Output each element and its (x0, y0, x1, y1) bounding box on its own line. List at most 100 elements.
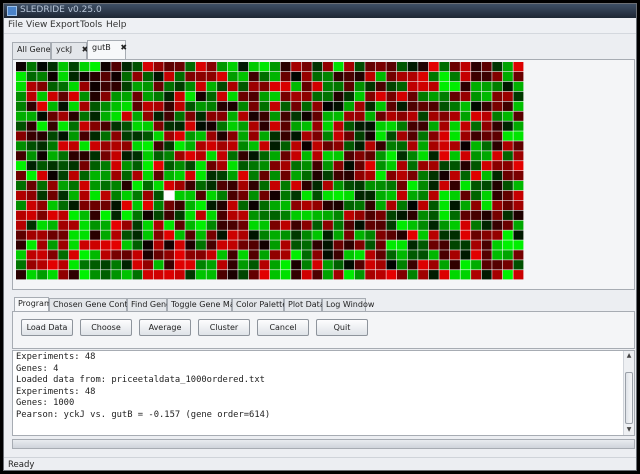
heatmap-cell[interactable] (301, 131, 312, 141)
heatmap-cell[interactable] (217, 121, 228, 131)
heatmap-cell[interactable] (238, 111, 249, 121)
heatmap-cell[interactable] (185, 260, 196, 270)
heatmap-cell[interactable] (174, 250, 185, 260)
heatmap-cell[interactable] (206, 121, 217, 131)
heatmap-cell[interactable] (143, 250, 153, 260)
heatmap-cell[interactable] (280, 230, 291, 240)
heatmap-cell[interactable] (365, 62, 376, 72)
heatmap-cell[interactable] (322, 91, 333, 102)
heatmap-cell[interactable] (439, 71, 450, 82)
heatmap-cell[interactable] (68, 91, 79, 102)
heatmap-cell[interactable] (143, 81, 153, 92)
heatmap-cell[interactable] (58, 270, 69, 280)
heatmap-cell[interactable] (121, 111, 132, 121)
heatmap-cell[interactable] (16, 62, 26, 72)
heatmap-cell[interactable] (16, 250, 26, 260)
heatmap-cell[interactable] (121, 91, 132, 102)
heatmap-cell[interactable] (248, 161, 259, 171)
heatmap-cell[interactable] (58, 230, 69, 240)
heatmap-cell[interactable] (143, 101, 153, 111)
heatmap-cell[interactable] (291, 62, 302, 72)
heatmap-cell[interactable] (47, 180, 58, 191)
heatmap-cell[interactable] (238, 161, 249, 171)
heatmap-cell[interactable] (428, 220, 439, 230)
heatmap-cell[interactable] (58, 161, 69, 171)
heatmap-cell[interactable] (58, 131, 69, 141)
heatmap-cell[interactable] (47, 250, 58, 260)
heatmap-cell[interactable] (174, 71, 185, 82)
heatmap-cell[interactable] (344, 151, 355, 161)
heatmap-cell[interactable] (333, 141, 344, 151)
heatmap-cell[interactable] (322, 220, 333, 230)
heatmap-cell[interactable] (259, 131, 270, 141)
heatmap-cell[interactable] (291, 190, 302, 201)
heatmap-cell[interactable] (238, 81, 249, 92)
heatmap-cell[interactable] (449, 190, 460, 201)
heatmap-cell[interactable] (354, 131, 365, 141)
heatmap-cell[interactable] (407, 250, 418, 260)
heatmap-cell[interactable] (418, 180, 429, 191)
menu-tools[interactable]: Tools (80, 20, 102, 30)
heatmap-cell[interactable] (397, 171, 407, 181)
heatmap-cell[interactable] (322, 101, 333, 111)
heatmap-cell[interactable] (195, 141, 206, 151)
heatmap-cell[interactable] (502, 161, 513, 171)
heatmap-cell[interactable] (217, 62, 228, 72)
heatmap-cell[interactable] (164, 111, 175, 121)
heatmap-cell[interactable] (100, 200, 111, 211)
heatmap-cell[interactable] (26, 220, 37, 230)
heatmap-cell[interactable] (185, 220, 196, 230)
heatmap-cell[interactable] (206, 91, 217, 102)
heatmap-cell[interactable] (195, 121, 206, 131)
heatmap-cell[interactable] (58, 240, 69, 250)
heatmap-cell[interactable] (322, 81, 333, 92)
heatmap-cell[interactable] (79, 121, 90, 131)
heatmap-cell[interactable] (68, 62, 79, 72)
heatmap-cell[interactable] (58, 111, 69, 121)
heatmap-cell[interactable] (26, 81, 37, 92)
heatmap-cell[interactable] (248, 91, 259, 102)
heatmap-cell[interactable] (407, 190, 418, 201)
tab-plot-data[interactable]: Plot Data (284, 298, 325, 312)
heatmap-cell[interactable] (344, 240, 355, 250)
heatmap-cell[interactable] (460, 210, 471, 220)
heatmap-cell[interactable] (439, 91, 450, 102)
heatmap-cell[interactable] (418, 62, 429, 72)
heatmap-cell[interactable] (502, 91, 513, 102)
heatmap-cell[interactable] (418, 71, 429, 82)
expression-heatmap[interactable] (16, 62, 524, 280)
heatmap-cell[interactable] (79, 101, 90, 111)
heatmap-cell[interactable] (428, 240, 439, 250)
heatmap-cell[interactable] (153, 250, 164, 260)
heatmap-cell[interactable] (471, 260, 482, 270)
heatmap-cell[interactable] (428, 141, 439, 151)
heatmap-cell[interactable] (174, 101, 185, 111)
heatmap-cell[interactable] (164, 171, 175, 181)
heatmap-cell[interactable] (301, 161, 312, 171)
heatmap-cell[interactable] (354, 81, 365, 92)
heatmap-cell[interactable] (439, 141, 450, 151)
heatmap-cell[interactable] (153, 161, 164, 171)
heatmap-cell[interactable] (111, 121, 122, 131)
heatmap-cell[interactable] (100, 81, 111, 92)
heatmap-cell[interactable] (79, 260, 90, 270)
heatmap-cell[interactable] (471, 91, 482, 102)
heatmap-cell[interactable] (47, 171, 58, 181)
heatmap-cell[interactable] (185, 62, 196, 72)
heatmap-cell[interactable] (174, 121, 185, 131)
heatmap-cell[interactable] (322, 250, 333, 260)
heatmap-cell[interactable] (365, 151, 376, 161)
heatmap-cell[interactable] (301, 210, 312, 220)
heatmap-cell[interactable] (217, 171, 228, 181)
heatmap-cell[interactable] (47, 190, 58, 201)
heatmap-cell[interactable] (90, 161, 101, 171)
heatmap-cell[interactable] (481, 250, 492, 260)
heatmap-cell[interactable] (58, 71, 69, 82)
heatmap-cell[interactable] (227, 260, 238, 270)
heatmap-cell[interactable] (111, 71, 122, 82)
heatmap-cell[interactable] (365, 180, 376, 191)
heatmap-cell[interactable] (79, 81, 90, 92)
heatmap-cell[interactable] (270, 180, 280, 191)
heatmap-cell[interactable] (471, 220, 482, 230)
heatmap-cell[interactable] (333, 111, 344, 121)
